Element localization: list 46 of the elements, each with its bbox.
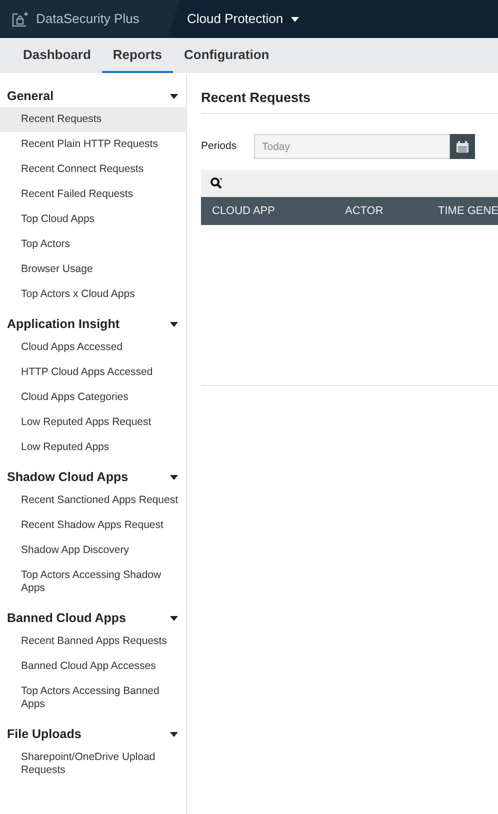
sidebar-item[interactable]: Browser Usage: [0, 257, 186, 282]
sidebar-item[interactable]: Top Cloud Apps: [0, 207, 186, 232]
caret-down-icon: [170, 616, 178, 620]
section-header[interactable]: Application Insight: [0, 313, 186, 335]
period-field[interactable]: Today: [254, 134, 450, 160]
column-header[interactable]: TIME GENE: [427, 203, 498, 220]
nav-tab[interactable]: Dashboard: [12, 38, 102, 73]
sidebar-item[interactable]: Low Reputed Apps Request: [0, 410, 186, 435]
sidebar-item[interactable]: Recent Failed Requests: [0, 182, 186, 207]
sidebar-item[interactable]: Cloud Apps Accessed: [0, 335, 186, 360]
sidebar-item[interactable]: Recent Plain HTTP Requests: [0, 132, 186, 157]
caret-down-icon: [170, 322, 178, 326]
search-icon[interactable]: [210, 177, 223, 190]
section-header[interactable]: Shadow Cloud Apps: [0, 466, 186, 488]
sidebar-item[interactable]: Recent Connect Requests: [0, 157, 186, 182]
periods-label: Periods: [201, 138, 238, 154]
sidebar-item[interactable]: Top Actors: [0, 232, 186, 257]
calendar-button[interactable]: [450, 134, 475, 160]
caret-down-icon: [170, 732, 178, 736]
column-header[interactable]: ACTOR: [334, 203, 427, 220]
sidebar-item[interactable]: Recent Sanctioned Apps Request: [0, 488, 186, 513]
caret-down-icon: [291, 16, 300, 22]
sidebar-item[interactable]: Banned Cloud App Accesses: [0, 654, 186, 679]
sidebar-item[interactable]: Sharepoint/OneDrive Upload Requests: [0, 745, 186, 783]
section-header[interactable]: File Uploads: [0, 723, 186, 745]
sidebar-item[interactable]: Cloud Apps Categories: [0, 385, 186, 410]
sidebar-item[interactable]: Recent Requests: [0, 107, 186, 132]
section-header[interactable]: General: [0, 85, 186, 107]
sidebar-item[interactable]: Recent Shadow Apps Request: [0, 513, 186, 538]
section-header[interactable]: Banned Cloud Apps: [0, 607, 186, 629]
lock-folder-icon: [12, 11, 30, 27]
sidebar-item[interactable]: Top Actors Accessing Shadow Apps: [0, 563, 186, 601]
caret-down-icon: [170, 94, 178, 98]
product-name: DataSecurity Plus: [36, 10, 140, 28]
caret-down-icon: [170, 474, 178, 480]
module-dropdown[interactable]: Cloud Protection: [187, 9, 300, 29]
nav-tab[interactable]: Configuration: [173, 38, 280, 73]
sidebar-item[interactable]: Top Actors Accessing Banned Apps: [0, 679, 186, 717]
sidebar-item[interactable]: HTTP Cloud Apps Accessed: [0, 360, 186, 385]
sidebar-item[interactable]: Top Actors x Cloud Apps: [0, 282, 186, 307]
report-title: Recent Requests: [201, 89, 312, 107]
calendar-icon: [456, 140, 469, 153]
sidebar-item[interactable]: Recent Banned Apps Requests: [0, 629, 186, 654]
column-header[interactable]: CLOUD APP: [201, 203, 334, 220]
sidebar-item[interactable]: Shadow App Discovery: [0, 538, 186, 563]
sidebar-item[interactable]: Low Reputed Apps: [0, 435, 186, 460]
